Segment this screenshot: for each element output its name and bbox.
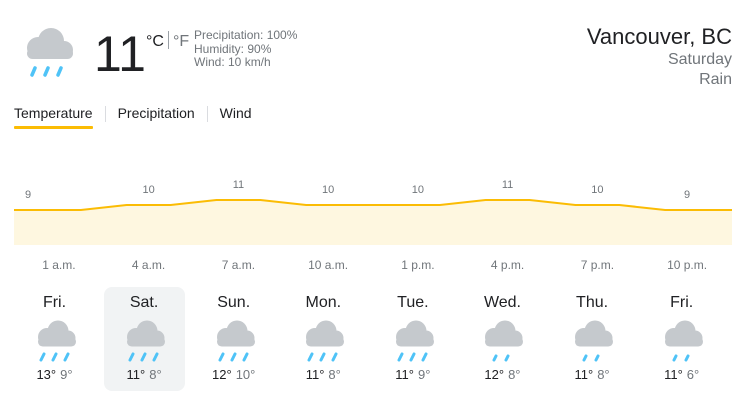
precipitation-text: Precipitation: 100% <box>194 28 298 42</box>
high-temp: 12° <box>212 367 232 382</box>
low-temp: 6° <box>686 367 700 382</box>
day-temperatures: 11° 8° <box>283 367 364 382</box>
low-temp: 8° <box>597 367 610 382</box>
weather-details: Precipitation: 100% Humidity: 90% Wind: … <box>194 28 298 70</box>
high-temp: 11° <box>574 367 594 382</box>
hour-label: 1 a.m. <box>42 258 76 272</box>
current-conditions: 11 °C °F Precipitation: 100% Humidity: 90… <box>14 24 334 84</box>
humidity-text: Humidity: 90% <box>194 41 272 56</box>
chart-value-label: 10 <box>412 184 424 196</box>
showers-icon <box>485 320 524 362</box>
rain-icon <box>306 320 345 362</box>
day-name: Thu. <box>576 294 609 311</box>
day-temperatures: 13° 9° <box>14 367 95 382</box>
day-thu[interactable]: Thu. 11° 8° <box>552 287 633 391</box>
hour-label: 7 a.m. <box>221 258 256 272</box>
day-tue[interactable]: Tue. 11° 9° <box>372 287 453 391</box>
high-temp: 11° <box>664 367 683 382</box>
tab-temperature[interactable]: Temperature <box>14 105 93 129</box>
chart-value-label: 11 <box>502 179 513 191</box>
hour-label: 7 p.m. <box>580 258 615 272</box>
hour-labels: 1 a.m. 4 a.m. 7 a.m. 10 a.m. 1 p.m. 4 p.m. 7 p… <box>0 258 748 278</box>
low-temp: 10° <box>235 367 256 382</box>
location-block: Vancouver, BC Saturday Rain <box>587 24 732 90</box>
day-name: Mon. <box>305 294 342 311</box>
celsius-button[interactable]: °C <box>146 33 164 50</box>
chart-value-label: 10 <box>142 184 154 196</box>
current-temperature: 11 <box>94 26 146 82</box>
high-temp: 12° <box>484 367 505 382</box>
low-temp: 8° <box>149 367 162 382</box>
day-name: Tue. <box>397 294 429 311</box>
forecast-tabs: Temperature Precipitation Wind <box>14 104 252 130</box>
hour-label: 10 p.m. <box>667 258 708 272</box>
wind-text: Wind: 10 km/h <box>194 55 271 69</box>
fahrenheit-button[interactable]: °F <box>173 33 189 50</box>
rain-icon <box>395 320 434 362</box>
rain-icon <box>37 320 76 362</box>
tab-divider <box>104 106 106 122</box>
hour-label: 4 p.m. <box>490 258 525 272</box>
day-sun[interactable]: Sun. 12° 10° <box>193 287 274 391</box>
high-temp: 11° <box>395 367 414 382</box>
day-fri[interactable]: Fri. 13° 9° <box>14 287 95 391</box>
tab-wind[interactable]: Wind <box>220 105 252 129</box>
day-name: Sat. <box>129 294 159 311</box>
tab-precipitation[interactable]: Precipitation <box>118 105 195 129</box>
day-temperatures: 12° 10° <box>193 367 274 382</box>
hour-label: 1 p.m. <box>401 258 435 272</box>
rain-icon <box>27 28 73 77</box>
day-mon[interactable]: Mon. 11° 8° <box>283 287 364 391</box>
location-condition: Rain <box>699 71 732 88</box>
hour-label: 10 a.m. <box>308 258 349 272</box>
hour-label: 4 a.m. <box>131 258 166 272</box>
day-temperatures: 11° 9° <box>372 367 453 382</box>
low-temp: 8° <box>328 367 341 382</box>
location-day: Saturday <box>667 51 732 68</box>
unit-toggle: °C °F <box>146 31 189 51</box>
chart-value-label: 11 <box>233 179 244 191</box>
showers-icon <box>664 320 703 362</box>
chart-value-label: 10 <box>322 184 334 196</box>
high-temp: 13° <box>36 367 57 382</box>
day-sat[interactable]: Sat. 11° 8° <box>103 287 185 391</box>
chart-area-fill <box>14 200 732 245</box>
low-temp: 8° <box>508 367 521 382</box>
day-name: Sun. <box>217 294 251 311</box>
day-name: Fri. <box>670 294 694 311</box>
day-temperatures: 11° 8° <box>552 367 633 382</box>
high-temp: 11° <box>126 367 146 382</box>
showers-icon <box>575 320 614 362</box>
daily-forecast: Fri. 13° 9° Sat. 11° 8° Sun. 12° 10° Mon. 11° 8° Tue… <box>14 287 732 391</box>
day-name: Fri. <box>42 294 67 311</box>
rain-icon <box>127 320 166 362</box>
rain-icon <box>216 320 255 362</box>
day-wed[interactable]: Wed. 12° 8° <box>462 287 543 391</box>
day-temperatures: 11° 6° <box>641 367 722 382</box>
location-name: Vancouver, BC <box>586 24 732 49</box>
chart-value-label: 10 <box>591 184 603 196</box>
day-temperatures: 12° 8° <box>462 367 543 382</box>
chart-value-label: 9 <box>684 189 690 201</box>
temperature-chart: 9 10 11 10 10 11 10 9 <box>14 179 732 245</box>
low-temp: 9° <box>60 367 73 382</box>
tab-divider <box>206 106 208 122</box>
chart-value-label: 9 <box>25 189 31 201</box>
day-fri-next[interactable]: Fri. 11° 6° <box>641 287 722 391</box>
day-temperatures: 11° 8° <box>104 367 185 382</box>
unit-separator <box>167 31 169 49</box>
high-temp: 11° <box>305 367 325 382</box>
day-name: Wed. <box>483 294 521 311</box>
low-temp: 9° <box>418 367 431 382</box>
